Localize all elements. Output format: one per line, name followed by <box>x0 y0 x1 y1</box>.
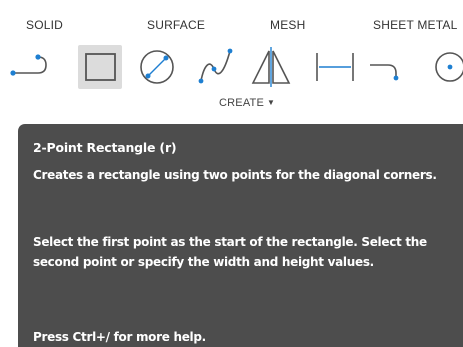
tab-solid[interactable]: SOLID <box>26 18 63 32</box>
point-circle-tool-button[interactable] <box>428 45 463 89</box>
point-circle-icon <box>435 52 463 82</box>
arc-tool-button[interactable] <box>368 45 412 89</box>
dropdown-arrow-icon: ▼ <box>267 98 276 107</box>
dimension-tool-button[interactable] <box>313 45 357 89</box>
tab-mesh[interactable]: MESH <box>270 18 305 32</box>
fillet-curve-tool-button[interactable] <box>10 45 54 89</box>
mirror-icon <box>251 47 291 87</box>
tab-sheet-metal[interactable]: SHEET METAL <box>373 18 457 32</box>
fillet-curve-icon <box>10 54 47 76</box>
mirror-tool-button[interactable] <box>249 45 293 89</box>
rectangle-icon <box>85 53 116 81</box>
arc-icon <box>370 64 399 81</box>
circle-diameter-icon <box>140 50 174 84</box>
circle-diameter-tool-button[interactable] <box>135 45 179 89</box>
tab-surface[interactable]: SURFACE <box>147 18 205 32</box>
dimension-icon <box>316 53 354 81</box>
spline-icon <box>198 48 233 84</box>
rectangle-tool-button[interactable] <box>78 45 122 89</box>
tooltip-title: 2-Point Rectangle (r) <box>33 140 177 155</box>
tooltip-help: Press Ctrl+/ for more help. <box>33 330 206 344</box>
create-panel-dropdown[interactable]: CREATE ▼ <box>219 97 275 109</box>
tooltip-instructions: Select the first point as the start of t… <box>33 235 427 269</box>
spline-tool-button[interactable] <box>196 45 240 89</box>
tooltip-description: Creates a rectangle using two points for… <box>33 168 437 182</box>
tool-tooltip: 2-Point Rectangle (r) Creates a rectangl… <box>18 124 463 347</box>
create-label: CREATE <box>219 97 265 109</box>
toolbar: SOLID SURFACE MESH SHEET METAL CREATE ▼ <box>0 0 463 130</box>
